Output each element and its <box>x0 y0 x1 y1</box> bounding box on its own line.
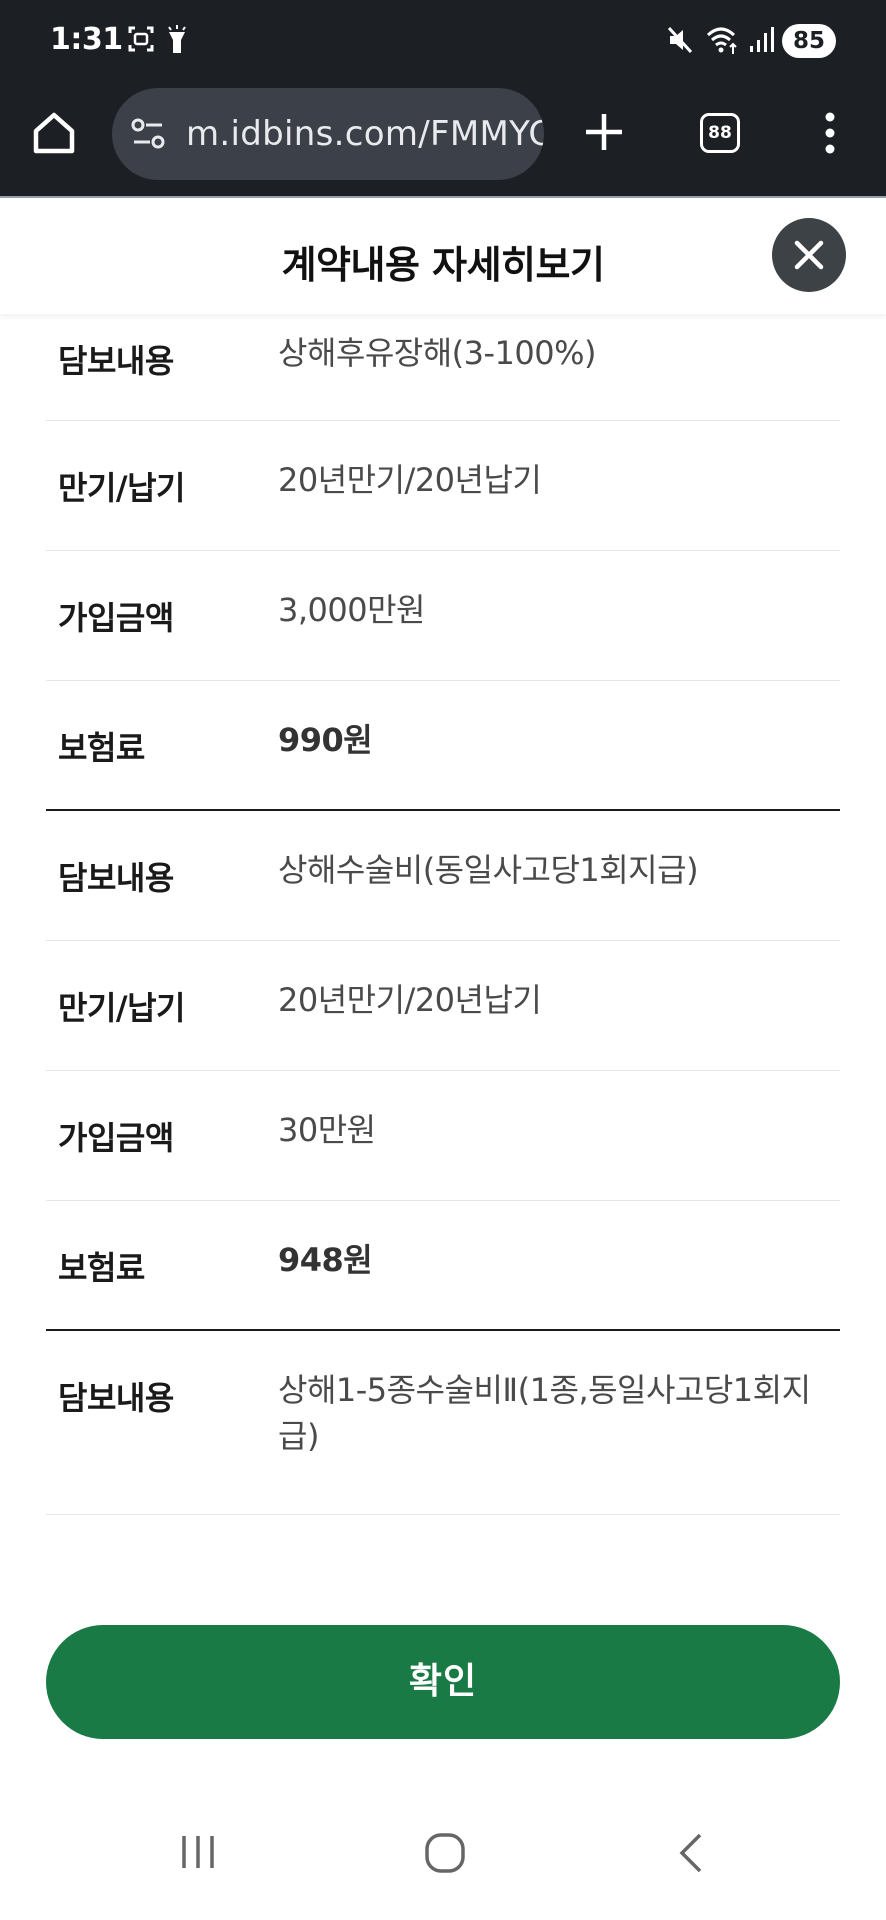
amount-row: 가입금액 30만원 <box>46 1071 840 1201</box>
status-time: 1:31 <box>50 22 123 57</box>
coverage-row: 담보내용 상해후유장해(3-100%) <box>46 314 840 421</box>
row-value: 30만원 <box>278 1111 376 1149</box>
recent-apps-icon[interactable] <box>178 1832 218 1876</box>
site-settings-icon[interactable] <box>130 116 166 156</box>
row-value: 상해1-5종수술비Ⅱ(1종,동일사고당1회지급) <box>278 1371 811 1455</box>
row-value: 20년만기/20년납기 <box>278 981 542 1019</box>
row-value: 990원 <box>278 721 373 759</box>
coverage-row: 담보내용 상해수술비(동일사고당1회지급) <box>46 811 840 941</box>
system-nav-bar <box>0 1800 886 1920</box>
flashlight-icon <box>166 24 188 60</box>
row-label: 보험료 <box>58 1249 145 1287</box>
premium-row: 보험료 948원 <box>46 1201 840 1331</box>
battery-icon: 85 <box>782 24 836 58</box>
row-value: 20년만기/20년납기 <box>278 461 542 499</box>
premium-row: 보험료 990원 <box>46 681 840 811</box>
row-value: 상해수술비(동일사고당1회지급) <box>278 851 699 889</box>
screenshot-icon <box>127 24 155 58</box>
page-header: 계약내용 자세히보기 <box>0 198 886 314</box>
term-row: 만기/납기 20년만기/20년납기 <box>46 941 840 1071</box>
url-text[interactable]: m.idbins.com/FMMYC <box>186 114 544 154</box>
close-button[interactable] <box>772 218 846 292</box>
row-label: 담보내용 <box>58 859 174 897</box>
coverage-row: 담보내용 상해1-5종수술비Ⅱ(1종,동일사고당1회지급) <box>46 1331 840 1515</box>
new-tab-icon[interactable] <box>582 110 626 158</box>
row-value: 948원 <box>278 1241 373 1279</box>
row-label: 가입금액 <box>58 599 174 637</box>
contract-detail-list: 담보내용 상해후유장해(3-100%) 만기/납기 20년만기/20년납기 가입… <box>46 314 840 1515</box>
page-title: 계약내용 자세히보기 <box>281 243 605 287</box>
confirm-button[interactable]: 확인 <box>46 1625 840 1739</box>
more-icon[interactable] <box>818 111 842 159</box>
row-value: 상해후유장해(3-100%) <box>278 334 597 372</box>
url-bar[interactable]: m.idbins.com/FMMYC <box>112 88 544 180</box>
term-row: 만기/납기 20년만기/20년납기 <box>46 421 840 551</box>
row-label: 보험료 <box>58 729 145 767</box>
row-label: 가입금액 <box>58 1119 174 1157</box>
wifi-icon <box>706 24 740 60</box>
browser-toolbar: m.idbins.com/FMMYC 88 <box>0 84 886 198</box>
close-icon <box>794 240 824 274</box>
row-value: 3,000만원 <box>278 591 426 629</box>
amount-row: 가입금액 3,000만원 <box>46 551 840 681</box>
row-label: 담보내용 <box>58 342 174 380</box>
row-label: 만기/납기 <box>58 989 185 1027</box>
signal-icon <box>748 24 776 60</box>
back-icon[interactable] <box>676 1832 708 1878</box>
home-icon[interactable] <box>30 109 78 161</box>
row-label: 만기/납기 <box>58 469 185 507</box>
home-nav-icon[interactable] <box>424 1832 466 1878</box>
status-bar: 1:31 85 <box>0 0 886 84</box>
row-label: 담보내용 <box>58 1379 174 1417</box>
tabs-icon[interactable]: 88 <box>700 113 740 153</box>
mute-icon <box>666 24 694 60</box>
